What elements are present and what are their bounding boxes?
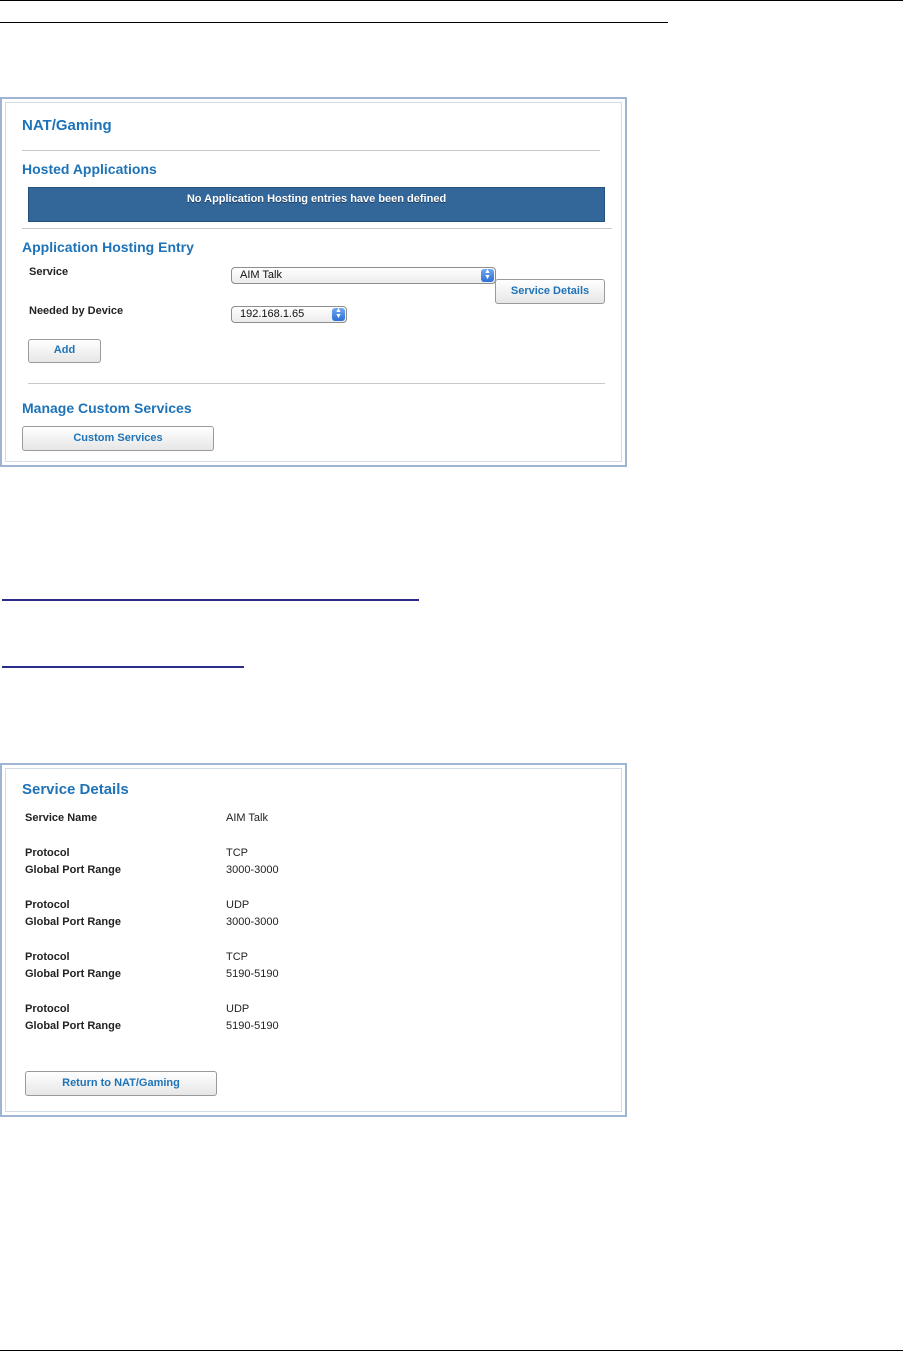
manage-custom-services-heading: Manage Custom Services [22, 400, 192, 416]
protocol-value: UDP [226, 1003, 250, 1015]
protocol-value: TCP [226, 847, 248, 859]
needed-by-device-label: Needed by Device [29, 305, 124, 317]
service-name-label: Service Name [25, 812, 98, 824]
global-port-range-label: Global Port Range [25, 968, 121, 980]
global-port-range-value: 3000-3000 [226, 864, 279, 876]
service-select-value: AIM Talk [240, 269, 282, 281]
custom-services-button[interactable]: Custom Services [22, 426, 214, 451]
entry-divider [28, 383, 605, 384]
service-details-panel: Service Details Service Name AIM Talk Pr… [0, 763, 627, 1117]
global-port-range-label: Global Port Range [25, 1020, 121, 1032]
hosted-divider [22, 228, 612, 229]
service-details-button[interactable]: Service Details [495, 279, 605, 304]
protocol-label: Protocol [25, 899, 70, 911]
return-to-nat-gaming-button[interactable]: Return to NAT/Gaming [25, 1071, 217, 1096]
title-underline [0, 22, 668, 23]
protocol-label: Protocol [25, 951, 70, 963]
nat-gaming-panel: NAT/Gaming Hosted Applications No Applic… [0, 97, 627, 467]
link-underline [2, 666, 244, 668]
global-port-range-label: Global Port Range [25, 864, 121, 876]
device-select[interactable]: 192.168.1.65 ▲ ▼ [231, 306, 347, 323]
application-hosting-entry-heading: Application Hosting Entry [22, 239, 194, 255]
protocol-label: Protocol [25, 1003, 70, 1015]
service-details-panel-inner [5, 768, 622, 1112]
global-port-range-label: Global Port Range [25, 916, 121, 928]
nat-gaming-title: NAT/Gaming [22, 117, 112, 134]
global-port-range-value: 5190-5190 [226, 1020, 279, 1032]
service-select[interactable]: AIM Talk ▲ ▼ [231, 267, 496, 284]
protocol-label: Protocol [25, 847, 70, 859]
device-select-value: 192.168.1.65 [240, 308, 305, 320]
footer-rule [0, 1350, 903, 1351]
select-arrows-icon: ▲ ▼ [481, 268, 494, 282]
service-name-value: AIM Talk [226, 812, 268, 824]
select-arrows-icon: ▲ ▼ [332, 307, 345, 321]
hosted-applications-heading: Hosted Applications [22, 161, 157, 177]
service-label: Service [29, 266, 69, 278]
protocol-value: UDP [226, 899, 250, 911]
title-divider [22, 150, 600, 151]
link-underline [2, 599, 419, 601]
no-entries-banner: No Application Hosting entries have been… [28, 187, 605, 222]
add-button[interactable]: Add [28, 339, 101, 363]
header-rule [0, 0, 903, 1]
global-port-range-value: 5190-5190 [226, 968, 279, 980]
global-port-range-value: 3000-3000 [226, 916, 279, 928]
protocol-value: TCP [226, 951, 248, 963]
service-details-title: Service Details [22, 781, 129, 798]
